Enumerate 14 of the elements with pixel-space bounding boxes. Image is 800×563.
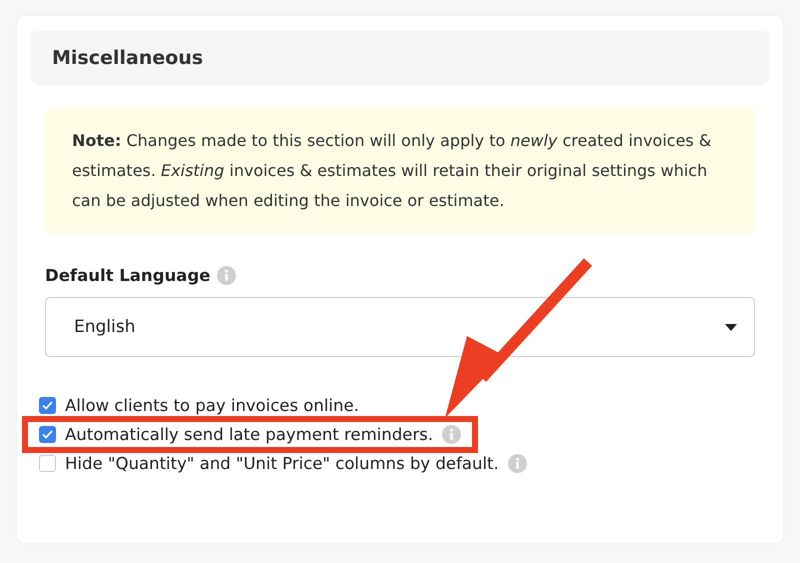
checkmark-icon: [42, 401, 53, 410]
checkbox[interactable]: [39, 397, 56, 414]
section-header: Miscellaneous: [31, 31, 769, 85]
checkbox[interactable]: [39, 455, 56, 472]
checkbox-label: Allow clients to pay invoices online.: [65, 396, 359, 415]
info-icon: [217, 266, 236, 285]
note-text: Note: Changes made to this section will only apply to newly created invoices & estimates. Existing invoices & estimates will retain their original settings which can be adjusted when editing the invoice or estimate.: [45, 108, 755, 234]
checkbox[interactable]: [39, 426, 56, 443]
checkmark-icon: [42, 430, 53, 439]
checkbox-label: Hide "Quantity" and "Unit Price" columns by default.: [65, 454, 499, 473]
caret-icon: [725, 324, 737, 330]
field-label: Default Language: [45, 266, 210, 285]
checkbox-label: Automatically send late payment reminders.: [65, 425, 434, 444]
language-select[interactable]: English: [45, 297, 755, 357]
